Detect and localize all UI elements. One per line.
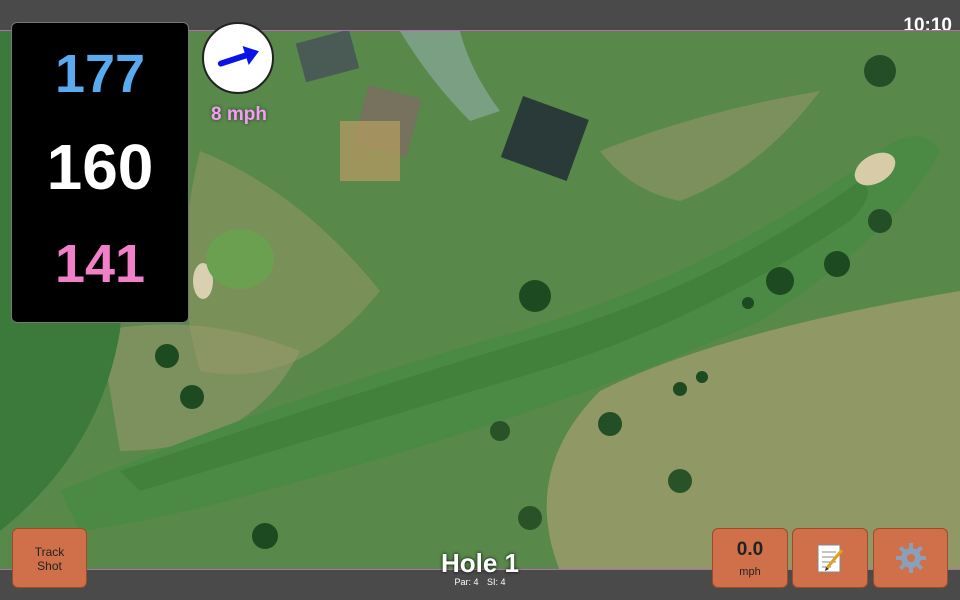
notepad-icon [817,544,844,573]
wind-direction [202,22,274,94]
middle-distance: 160 [46,131,154,203]
gear-icon [895,543,926,573]
arrow-icon [217,46,259,67]
distance-panel: 177 160 141 [11,22,189,323]
hole-info: Par: 4 SI: 4 [380,577,580,587]
hole-title: Hole 1 [440,548,520,578]
speed-value: 0.0 [736,539,764,560]
speed-unit: mph [739,566,761,578]
back-distance: 177 [54,44,146,104]
wind-speed: 8 mph [211,104,267,125]
track-shot-button[interactable]: Track Shot [12,528,87,588]
settings-button[interactable] [873,528,948,588]
par-label: Par: 4 [454,577,479,587]
speed-button[interactable]: 0.0 mph [712,528,788,588]
front-distance: 141 [54,234,146,294]
track-shot-label: Track Shot [34,545,65,573]
stroke-index-label: SI: 4 [487,577,506,587]
notes-button[interactable] [792,528,868,588]
